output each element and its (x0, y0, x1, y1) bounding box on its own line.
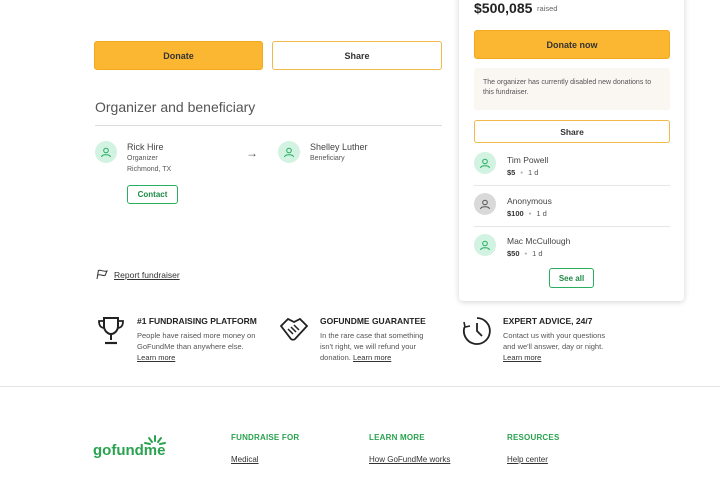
footer-link-medical[interactable]: Medical (231, 455, 259, 464)
svg-text:gofundme: gofundme (93, 442, 166, 459)
organizer-avatar (95, 141, 117, 163)
footer-link-help-center[interactable]: Help center (507, 455, 548, 464)
feature-text: Contact us with your questions and we'll… (503, 331, 606, 362)
sidebar-share-button[interactable]: Share (474, 120, 670, 143)
donor-meta: $100 • 1 d (507, 209, 547, 218)
user-icon (101, 147, 111, 158)
donate-now-button[interactable]: Donate now (474, 30, 670, 59)
raised-label: raised (537, 4, 558, 13)
feature-title: GOFUNDME GUARANTEE (320, 316, 426, 326)
share-button[interactable]: Share (272, 41, 442, 70)
report-fundraiser[interactable]: Report fundraiser (96, 269, 180, 280)
learn-more-link[interactable]: Learn more (353, 353, 391, 362)
organizer-role: Organizer (127, 155, 158, 162)
donor-name: Tim Powell (507, 155, 549, 165)
donations-disabled-notice: The organizer has currently disabled new… (474, 68, 670, 110)
donate-button[interactable]: Donate (94, 41, 263, 70)
donor-meta: $50 • 1 d (507, 249, 543, 258)
gofundme-logo[interactable]: gofundme (93, 434, 169, 465)
see-all-button[interactable]: See all (549, 268, 594, 288)
donor-name: Anonymous (507, 196, 552, 206)
report-fundraiser-link[interactable]: Report fundraiser (114, 270, 180, 280)
feature-title: EXPERT ADVICE, 24/7 (503, 316, 593, 326)
footer-heading-resources: RESOURCES (507, 433, 560, 442)
feature-text: People have raised more money on GoFundM… (137, 331, 256, 362)
handshake-icon (279, 317, 309, 341)
arrow-right-icon: → (246, 146, 258, 160)
organizer-section-title: Organizer and beneficiary (95, 99, 256, 115)
footer-heading-learn: LEARN MORE (369, 433, 425, 442)
donor-avatar (474, 152, 496, 174)
raised-amount: $500,085 (474, 0, 533, 16)
feature-text: In the rare case that something isn't ri… (320, 331, 424, 362)
flag-icon (96, 269, 108, 280)
donor-divider (474, 185, 670, 186)
beneficiary-name: Shelley Luther (310, 142, 368, 152)
donor-divider (474, 226, 670, 227)
feature-title: #1 FUNDRAISING PLATFORM (137, 316, 257, 326)
organizer-location: Richmond, TX (127, 166, 172, 173)
footer-link-how-it-works[interactable]: How GoFundMe works (369, 455, 450, 464)
learn-more-link[interactable]: Learn more (503, 353, 541, 362)
organizer-name: Rick Hire (127, 142, 164, 152)
user-icon (480, 158, 490, 169)
footer-divider (0, 386, 720, 387)
user-icon (480, 199, 490, 210)
donor-avatar (474, 234, 496, 256)
donor-meta: $5 • 1 d (507, 168, 539, 177)
learn-more-link[interactable]: Learn more (137, 353, 175, 362)
user-icon (284, 147, 294, 158)
contact-button[interactable]: Contact (127, 185, 178, 204)
beneficiary-role: Beneficiary (310, 155, 345, 162)
user-icon (480, 240, 490, 251)
footer-heading-fundraise: FUNDRAISE FOR (231, 433, 300, 442)
donor-name: Mac McCullough (507, 236, 571, 246)
anonymous-donor-avatar (474, 193, 496, 215)
section-divider (95, 125, 442, 126)
trophy-icon (98, 317, 124, 345)
beneficiary-avatar (278, 141, 300, 163)
clock-icon (463, 317, 491, 345)
